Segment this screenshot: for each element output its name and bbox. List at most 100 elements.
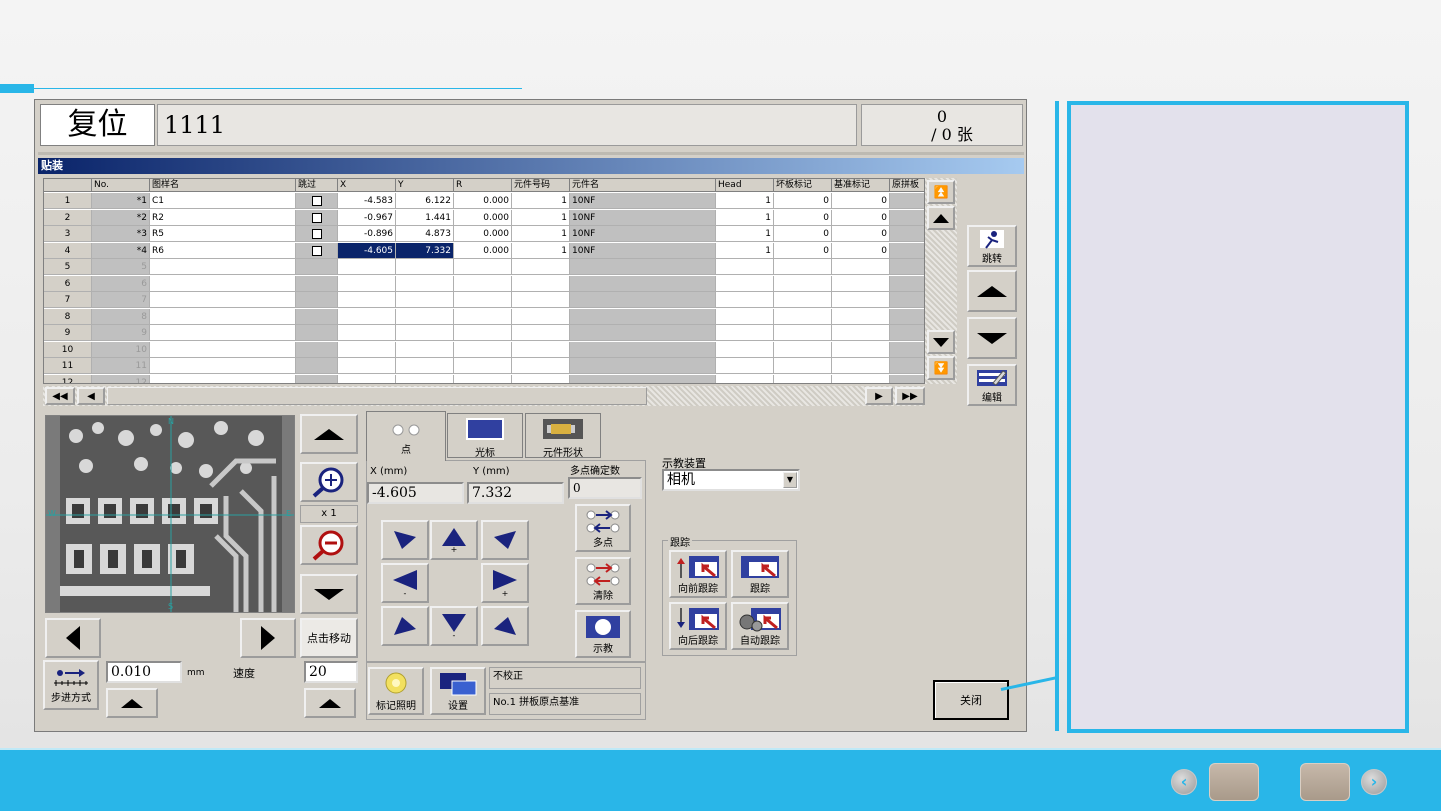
clear-button[interactable]: 清除	[575, 557, 631, 605]
grid-cell-x[interactable]	[338, 275, 396, 292]
grid-cell-head[interactable]: 1	[716, 193, 774, 209]
track-backward-button[interactable]: 向后跟踪	[669, 602, 727, 650]
grid-cell-skip[interactable]	[296, 193, 338, 209]
grid-cell-part_name[interactable]: 10NF	[570, 193, 716, 209]
grid-cell-r[interactable]	[454, 292, 512, 308]
grid-cell-name[interactable]	[150, 358, 296, 374]
grid-header-cell[interactable]: 图样名	[150, 179, 296, 192]
grid-cell-bad[interactable]	[774, 292, 832, 308]
tab-cursor[interactable]: 光标	[447, 413, 523, 459]
click-move-button[interactable]: 点击移动	[300, 618, 358, 658]
zoom-out-button[interactable]	[300, 525, 358, 565]
tab-point[interactable]: 点	[366, 411, 446, 461]
grid-cell-no[interactable]: 6	[92, 275, 150, 292]
mark-light-button[interactable]: 标记照明	[368, 667, 424, 715]
grid-cell-bad[interactable]	[774, 341, 832, 358]
grid-cell-row[interactable]: 1	[44, 193, 92, 209]
grid-cell-x[interactable]	[338, 325, 396, 341]
grid-cell-bad[interactable]: 0	[774, 226, 832, 242]
table-row[interactable]: 4 *4 R6 -4.605 7.332 0.000 1 10NF 1 0 0	[44, 242, 924, 259]
table-row[interactable]: 2 *2 R2 -0.967 1.441 0.000 1 10NF 1 0 0	[44, 209, 924, 226]
grid-cell-orig[interactable]	[890, 226, 924, 242]
grid-cell-row[interactable]: 7	[44, 292, 92, 308]
grid-cell-bad[interactable]: 0	[774, 193, 832, 209]
grid-cell-name[interactable]	[150, 325, 296, 341]
skip-checkbox[interactable]	[311, 196, 322, 206]
grid-cell-y[interactable]	[396, 325, 454, 341]
grid-cell-head[interactable]	[716, 374, 774, 383]
scroll-top-button[interactable]: ⏫	[927, 180, 955, 204]
grid-cell-no[interactable]: 10	[92, 341, 150, 358]
grid-cell-bad[interactable]: 0	[774, 209, 832, 226]
grid-header-cell[interactable]	[44, 179, 92, 192]
grid-header-cell[interactable]: X	[338, 179, 396, 192]
grid-cell-bad[interactable]	[774, 325, 832, 341]
grid-cell-orig[interactable]	[890, 259, 924, 275]
grid-cell-fid[interactable]: 0	[832, 226, 890, 242]
track-forward-button[interactable]: 向前跟踪	[669, 550, 727, 598]
grid-cell-fid[interactable]	[832, 308, 890, 325]
grid-cell-y[interactable]	[396, 374, 454, 383]
grid-cell-part_name[interactable]	[570, 358, 716, 374]
grid-cell-fid[interactable]: 0	[832, 242, 890, 259]
grid-cell-orig[interactable]	[890, 325, 924, 341]
camera-view[interactable]: N S W E	[45, 415, 295, 613]
grid-cell-skip[interactable]	[296, 242, 338, 259]
prev-page-button[interactable]	[1209, 763, 1259, 801]
grid-header-cell[interactable]: 跳过	[296, 179, 338, 192]
table-row[interactable]: 66	[44, 275, 924, 292]
grid-cell-head[interactable]	[716, 358, 774, 374]
jump-button[interactable]: 跳转	[967, 225, 1017, 267]
grid-cell-orig[interactable]	[890, 308, 924, 325]
grid-cell-part_name[interactable]	[570, 341, 716, 358]
grid-cell-name[interactable]	[150, 308, 296, 325]
grid-cell-fid[interactable]	[832, 292, 890, 308]
move-up-right-button[interactable]	[481, 520, 529, 560]
grid-cell-head[interactable]	[716, 259, 774, 275]
camera-right-button[interactable]	[240, 618, 296, 658]
scroll-down-button[interactable]	[927, 330, 955, 354]
scroll-right-button[interactable]: ▶	[865, 387, 893, 405]
grid-cell-bad[interactable]	[774, 259, 832, 275]
move-down-button[interactable]: -	[430, 606, 478, 646]
speed-up-button[interactable]	[304, 688, 356, 718]
grid-cell-head[interactable]	[716, 275, 774, 292]
move-right-button[interactable]: +	[481, 563, 529, 603]
step-input[interactable]: 0.010	[106, 661, 182, 683]
grid-cell-r[interactable]: 0.000	[454, 242, 512, 259]
table-row[interactable]: 1 *1 C1 -4.583 6.122 0.000 1 10NF 1 0 0	[44, 193, 924, 209]
skip-checkbox[interactable]	[311, 229, 322, 239]
grid-header-cell[interactable]: 元件名	[570, 179, 716, 192]
grid-cell-part_name[interactable]	[570, 275, 716, 292]
grid-cell-r[interactable]: 0.000	[454, 193, 512, 209]
grid-cell-part_no[interactable]	[512, 275, 570, 292]
grid-cell-x[interactable]: -4.605	[338, 242, 396, 259]
grid-cell-r[interactable]	[454, 325, 512, 341]
grid-cell-skip[interactable]	[296, 325, 338, 341]
grid-cell-orig[interactable]	[890, 209, 924, 226]
grid-cell-part_name[interactable]	[570, 292, 716, 308]
step-mode-button[interactable]: 步进方式	[43, 660, 99, 710]
grid-cell-no[interactable]: *3	[92, 226, 150, 242]
grid-cell-head[interactable]: 1	[716, 242, 774, 259]
grid-cell-y[interactable]: 1.441	[396, 209, 454, 226]
table-row[interactable]: 88	[44, 308, 924, 325]
move-down-left-button[interactable]	[381, 606, 429, 646]
grid-cell-row[interactable]: 4	[44, 242, 92, 259]
grid-cell-r[interactable]	[454, 275, 512, 292]
grid-cell-row[interactable]: 2	[44, 209, 92, 226]
scroll-first-button[interactable]: ◀◀	[45, 387, 75, 405]
grid-cell-fid[interactable]	[832, 325, 890, 341]
grid-cell-part_no[interactable]	[512, 374, 570, 383]
grid-cell-part_name[interactable]: 10NF	[570, 226, 716, 242]
grid-cell-y[interactable]	[396, 358, 454, 374]
speed-input[interactable]: 20	[304, 661, 358, 683]
scroll-left-button[interactable]: ◀	[77, 387, 105, 405]
grid-header-cell[interactable]: 元件号码	[512, 179, 570, 192]
grid-cell-x[interactable]	[338, 358, 396, 374]
next-page-button[interactable]	[1300, 763, 1350, 801]
grid-cell-row[interactable]: 3	[44, 226, 92, 242]
grid-cell-orig[interactable]	[890, 374, 924, 383]
grid-cell-r[interactable]	[454, 341, 512, 358]
table-row[interactable]: 77	[44, 292, 924, 308]
